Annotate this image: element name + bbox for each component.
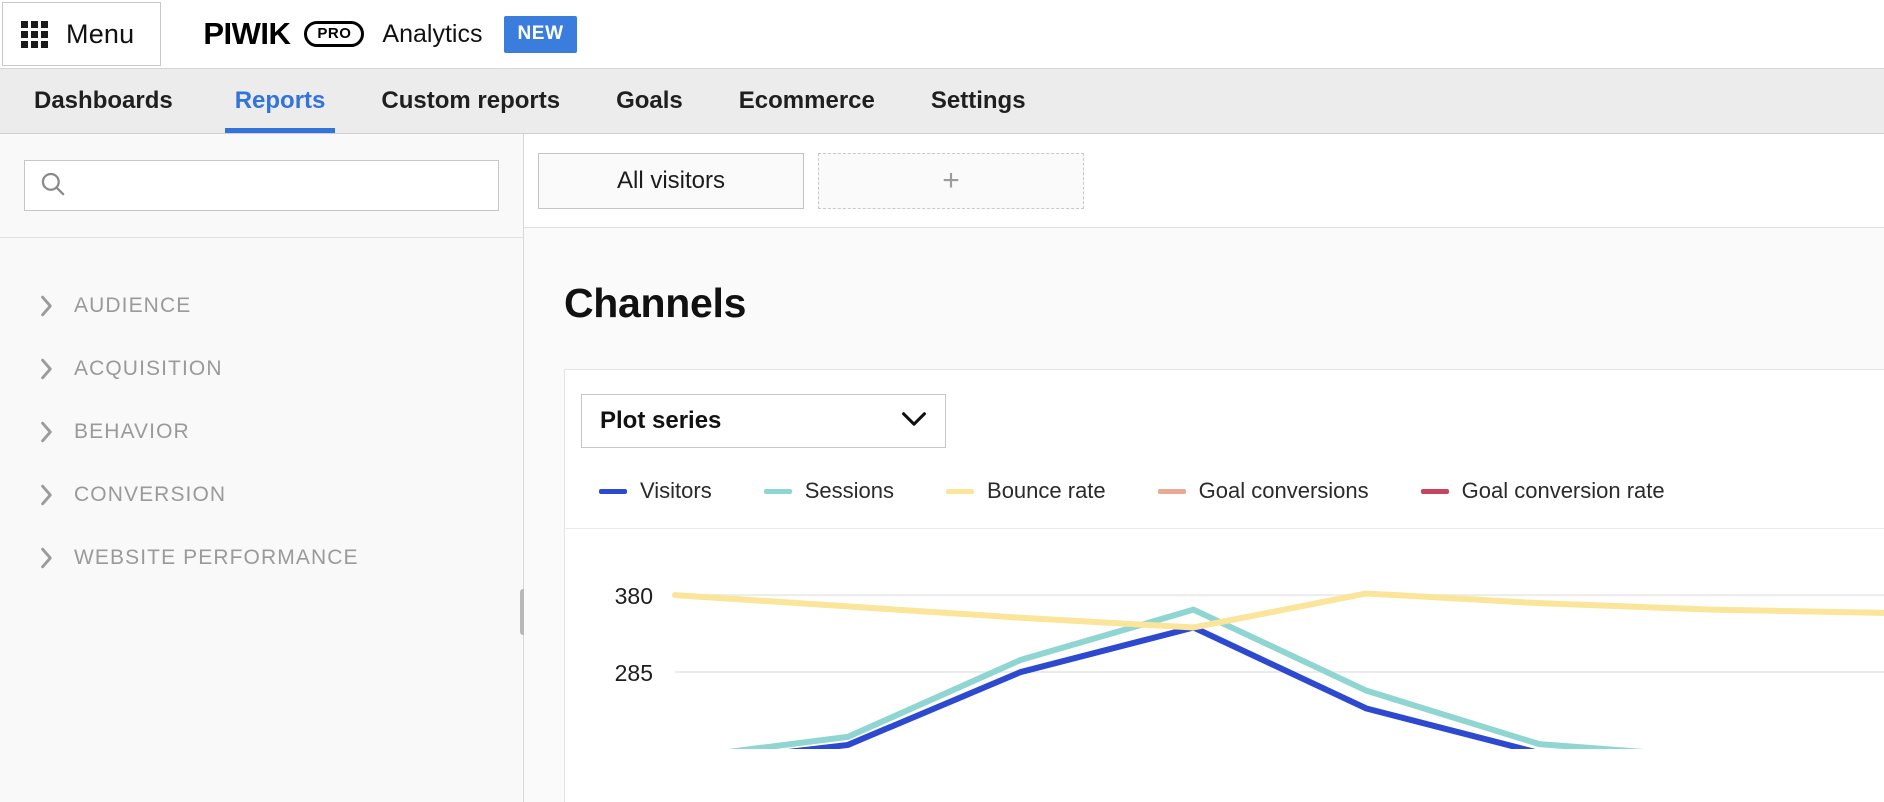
brand-pro-badge: PRO [304,21,365,47]
add-segment-button[interactable]: + [818,152,1084,209]
chevron-right-icon [40,547,54,569]
sidebar-search-section [0,134,523,238]
nav-tab-ecommerce[interactable]: Ecommerce [711,69,903,133]
segment-bar: All visitors + [524,134,1884,228]
legend-label: Visitors [640,478,712,503]
sidebar-item-audience[interactable]: AUDIENCE [0,274,523,337]
search-box[interactable] [24,160,499,211]
chevron-down-icon [901,411,927,432]
sidebar-item-label: WEBSITE PERFORMANCE [74,545,359,569]
y-axis-tick-label: 380 [615,583,653,609]
legend-swatch-bounce-rate [946,488,975,494]
legend-swatch-goal-conversion-rate [1420,488,1449,494]
chevron-right-icon [40,484,54,506]
chevron-right-icon [40,295,54,317]
sidebar-item-website-performance[interactable]: WEBSITE PERFORMANCE [0,526,523,589]
card-toolbar: Plot series [565,370,1884,448]
legend-item-goal-conversions[interactable]: Goal conversions [1132,478,1395,504]
legend-label: Goal conversions [1198,478,1369,503]
line-chart[interactable]: 285 380 [565,529,1884,749]
legend-swatch-visitors [599,488,627,494]
legend-item-bounce-rate[interactable]: Bounce rate [920,478,1132,504]
legend-item-goal-conversion-rate[interactable]: Goal conversion rate [1395,478,1691,504]
sidebar-item-conversion[interactable]: CONVERSION [0,463,523,526]
menu-button-label: Menu [66,18,135,49]
sidebar-item-label: BEHAVIOR [74,419,190,443]
chart-area[interactable]: 285 380 [565,529,1884,749]
nav-tab-reports[interactable]: Reports [207,69,354,133]
nav-tab-settings[interactable]: Settings [903,69,1054,133]
plot-series-label: Plot series [600,407,722,434]
menu-button[interactable]: Menu [2,2,162,66]
legend-swatch-goal-conversions [1157,488,1186,494]
main-panel: All visitors + Channels Plot series Visi… [524,134,1884,802]
segment-all-visitors[interactable]: All visitors [538,152,804,209]
legend-item-visitors[interactable]: Visitors [573,478,738,504]
legend-swatch-sessions [763,488,792,494]
legend-item-sessions[interactable]: Sessions [738,478,920,504]
report-card: Plot series Visitors Sessions Bounce rat… [564,369,1884,802]
brand-name: PIWIK [203,16,291,51]
chevron-right-icon [40,421,54,443]
sidebar-item-label: ACQUISITION [74,356,223,380]
new-badge: NEW [504,15,577,53]
y-axis-tick-label: 285 [615,660,653,686]
sidebar-item-label: AUDIENCE [74,293,192,317]
top-bar: Menu PIWIK PRO Analytics NEW [0,0,1884,68]
legend-label: Sessions [804,478,895,503]
sidebar-item-label: CONVERSION [74,482,227,506]
analytics-app: Menu PIWIK PRO Analytics NEW Dashboards … [0,0,1884,802]
content-area: AUDIENCE ACQUISITION BEHAVIOR CONVERSION… [0,134,1884,802]
brand-logo: PIWIK PRO Analytics NEW [203,15,577,53]
legend-label: Bounce rate [987,478,1106,503]
sidebar-item-acquisition[interactable]: ACQUISITION [0,337,523,400]
chevron-right-icon [40,358,54,380]
main-navigation: Dashboards Reports Custom reports Goals … [0,68,1884,134]
sidebar-nav-list: AUDIENCE ACQUISITION BEHAVIOR CONVERSION… [0,238,523,589]
sidebar-item-behavior[interactable]: BEHAVIOR [0,400,523,463]
grid-apps-icon [21,20,48,48]
nav-tab-goals[interactable]: Goals [588,69,711,133]
product-name: Analytics [382,19,483,48]
chart-legend: Visitors Sessions Bounce rate Goal conve… [565,448,1884,529]
page-title: Channels [564,280,747,326]
nav-tab-custom-reports[interactable]: Custom reports [353,69,588,133]
nav-tab-dashboards[interactable]: Dashboards [34,69,207,133]
search-icon [39,170,66,202]
series-line-bounce-rate [672,590,1884,631]
sidebar: AUDIENCE ACQUISITION BEHAVIOR CONVERSION… [0,134,527,802]
search-input[interactable] [76,173,484,198]
plot-series-select[interactable]: Plot series [581,394,946,448]
legend-label: Goal conversion rate [1461,478,1665,503]
series-line-sessions [727,606,1645,749]
